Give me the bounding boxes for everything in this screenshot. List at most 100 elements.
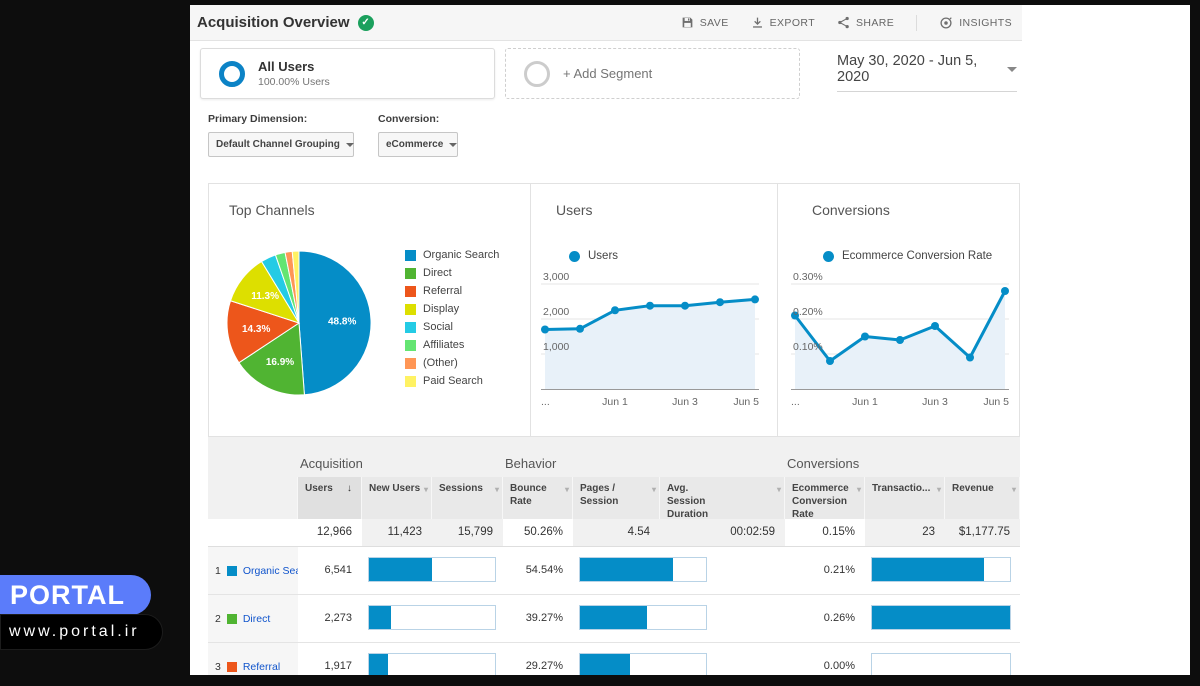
svg-text:1,000: 1,000 [543,341,569,353]
sort-icon: ▾ [495,485,499,495]
total-transactions: 23 [865,519,945,546]
sort-icon: ▾ [1012,485,1016,495]
total-users: 12,966 [298,519,362,546]
users-bar [369,654,388,675]
header-pages-session[interactable]: Pages / Session▾ [573,477,660,519]
segment-all-users[interactable]: All Users 100.00% Users [200,48,495,99]
svg-text:11.3%: 11.3% [251,291,279,302]
total-bounce-rate: 50.26% [503,519,573,546]
add-segment-button[interactable]: + Add Segment [505,48,800,99]
channel-color-swatch [227,566,237,576]
channel-link[interactable]: Direct [243,613,270,625]
users-legend: Users [569,250,618,262]
primary-dimension-label: Primary Dimension: [208,113,307,125]
save-icon [681,16,694,29]
report-toolbar: SAVE EXPORT SHARE INSIGHTS [681,15,1012,31]
cell-bounce: 54.54% [503,547,573,594]
share-icon [837,16,850,29]
svg-text:Jun 5: Jun 5 [983,396,1009,408]
header-revenue[interactable]: Revenue▾ [945,477,1020,519]
chart-title-users: Users [556,202,593,218]
date-range-text: May 30, 2020 - Jun 5, 2020 [837,53,999,85]
save-label: SAVE [700,17,729,29]
chart-title-top-channels: Top Channels [229,202,315,218]
segment-circle-icon [219,61,245,87]
total-ecomm-rate: 0.15% [785,519,865,546]
share-button[interactable]: SHARE [837,16,894,29]
conversions-legend-label: Ecommerce Conversion Rate [842,250,992,262]
chart-title-conversions: Conversions [812,202,890,218]
insights-button[interactable]: INSIGHTS [939,16,1012,30]
cell-users: 6,541 [298,547,362,594]
channel-link[interactable]: Referral [243,661,280,673]
svg-text:14.3%: 14.3% [242,324,270,335]
header-users[interactable]: Users↓ [298,477,362,519]
legend-swatch [405,340,416,351]
export-label: EXPORT [770,17,815,29]
legend-item: Organic Search [405,246,499,264]
users-section: Users Users 1,0002,0003,000...Jun 1Jun 3… [531,184,778,436]
cell-bounce: 29.27% [503,643,573,675]
channel-link[interactable]: Organic Sear [243,565,298,577]
header-ecomm-rate[interactable]: Ecommerce Conversion Rate▾ [785,477,865,519]
legend-swatch [405,250,416,261]
conversion-value: eCommerce [386,139,443,150]
add-segment-circle-icon [524,61,550,87]
users-bar-cell [362,595,503,642]
legend-label: Paid Search [423,375,483,387]
users-bar [369,606,391,629]
sort-icon: ▾ [565,485,569,495]
legend-swatch [405,286,416,297]
top-channels-pie-chart[interactable]: 48.8%16.9%14.3%11.3% [224,248,374,398]
conversions-line-chart[interactable]: 0.10%0.20%0.30%...Jun 1Jun 3Jun 5 [791,269,1009,411]
total-pages-session: 4.54 [573,519,660,546]
svg-text:0.10%: 0.10% [793,341,823,353]
header-sessions[interactable]: Sessions▾ [432,477,503,519]
row-rank: 3 [215,661,221,673]
conversion-dropdown[interactable]: eCommerce [378,132,458,157]
svg-text:2,000: 2,000 [543,306,569,318]
users-line-chart[interactable]: 1,0002,0003,000...Jun 1Jun 3Jun 5 [541,269,759,411]
primary-dimension-dropdown[interactable]: Default Channel Grouping [208,132,354,157]
row-rank: 1 [215,565,221,577]
conversions-section: Conversions Ecommerce Conversion Rate 0.… [778,184,1021,436]
legend-swatch [405,322,416,333]
header-bounce-rate[interactable]: Bounce Rate▾ [503,477,573,519]
svg-text:16.9%: 16.9% [266,357,294,368]
total-revenue: $1,177.75 [945,519,1020,546]
group-blank [208,437,298,477]
header-transactions[interactable]: Transactio...▾ [865,477,945,519]
legend-item: Affiliates [405,336,499,354]
header-new-users[interactable]: New Users▾ [362,477,432,519]
share-label: SHARE [856,17,894,29]
save-button[interactable]: SAVE [681,16,729,29]
conv-bar-cell [865,547,1020,594]
legend-item: Display [405,300,499,318]
date-range-selector[interactable]: May 30, 2020 - Jun 5, 2020 [837,53,1017,92]
cell-conv: 0.26% [785,595,865,642]
cell-users: 1,917 [298,643,362,675]
header-blank [208,477,298,519]
svg-text:Jun 3: Jun 3 [922,396,948,408]
chevron-down-icon [1007,67,1017,72]
svg-text:0.30%: 0.30% [793,271,823,283]
export-button[interactable]: EXPORT [751,16,815,29]
legend-item: Direct [405,264,499,282]
legend-swatch [405,304,416,315]
total-sessions: 15,799 [432,519,503,546]
row-label: 2 Direct [208,595,298,642]
header-avg-duration[interactable]: Avg. Session Duration▾ [660,477,785,519]
svg-text:Jun 1: Jun 1 [602,396,628,408]
sort-icon: ▾ [777,485,781,495]
report-header: Acquisition Overview ✓ SAVE EXPORT SHARE… [190,5,1022,41]
table-totals-row: 12,966 11,423 15,799 50.26% 4.54 00:02:5… [208,519,1020,547]
legend-label: Affiliates [423,339,464,351]
cell-users: 2,273 [298,595,362,642]
channels-table: Acquisition Behavior Conversions Users↓ … [208,437,1020,675]
segment-subtitle: 100.00% Users [258,76,330,88]
channel-color-swatch [227,614,237,624]
svg-text:0.20%: 0.20% [793,306,823,318]
legend-label: Social [423,321,453,333]
totals-blank [208,519,298,546]
bounce-bar-cell [573,643,785,675]
